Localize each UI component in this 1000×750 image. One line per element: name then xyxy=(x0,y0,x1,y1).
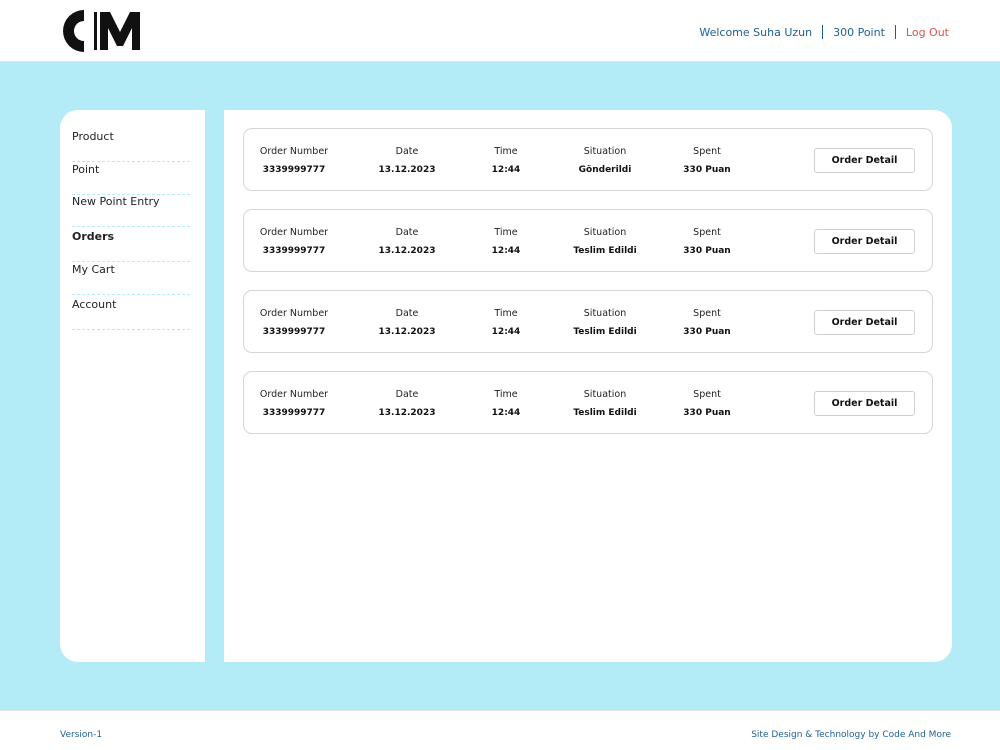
order-number-value: 3339999777 xyxy=(262,327,326,337)
orders-panel: Order Number 3339999777 Date 13.12.2023 … xyxy=(224,110,952,662)
spent-value: 330 Puan xyxy=(683,246,731,256)
time-column: Time 12:44 xyxy=(480,307,532,338)
time-value: 12:44 xyxy=(491,408,521,418)
order-card: Order Number 3339999777 Date 13.12.2023 … xyxy=(243,371,933,434)
date-column: Date 13.12.2023 xyxy=(372,388,442,419)
spent-value: 330 Puan xyxy=(683,165,731,175)
situation-value: Gönderildi xyxy=(578,165,632,175)
time-column: Time 12:44 xyxy=(480,388,532,419)
order-number-column: Order Number 3339999777 xyxy=(258,388,330,419)
time-value: 12:44 xyxy=(491,165,521,175)
time-value: 12:44 xyxy=(491,327,521,337)
top-navigation: Welcome Suha Uzun 300 Point Log Out xyxy=(699,23,949,41)
date-column: Date 13.12.2023 xyxy=(372,307,442,338)
order-detail-button[interactable]: Order Detail xyxy=(814,310,915,335)
date-column: Date 13.12.2023 xyxy=(372,226,442,257)
situation-column: Situation Gönderildi xyxy=(564,145,646,176)
welcome-text: Welcome Suha Uzun xyxy=(699,25,813,39)
situation-value: Teslim Edildi xyxy=(573,408,637,418)
sidebar-item-point[interactable]: Point xyxy=(72,161,190,195)
version-label: Version-1 xyxy=(60,730,103,740)
situation-value: Teslim Edildi xyxy=(573,327,637,337)
order-number-label: Order Number xyxy=(259,308,329,319)
order-detail-button[interactable]: Order Detail xyxy=(814,229,915,254)
date-label: Date xyxy=(395,308,419,319)
sidebar-item-product[interactable]: Product xyxy=(72,128,190,162)
sidebar-item-my-cart[interactable]: My Cart xyxy=(72,261,190,295)
sidebar-item-orders[interactable]: Orders xyxy=(72,228,190,262)
time-value: 12:44 xyxy=(491,246,521,256)
order-number-value: 3339999777 xyxy=(262,246,326,256)
order-number-column: Order Number 3339999777 xyxy=(258,145,330,176)
site-footer: Version-1 Site Design & Technology by Co… xyxy=(0,710,1000,750)
situation-label: Situation xyxy=(583,389,627,400)
spent-label: Spent xyxy=(693,227,721,238)
date-value: 13.12.2023 xyxy=(378,165,436,175)
situation-column: Situation Teslim Edildi xyxy=(564,388,646,419)
order-number-label: Order Number xyxy=(259,146,329,157)
nav-separator xyxy=(822,25,824,39)
date-label: Date xyxy=(395,389,419,400)
spent-label: Spent xyxy=(693,308,721,319)
order-number-value: 3339999777 xyxy=(262,408,326,418)
site-header: Welcome Suha Uzun 300 Point Log Out xyxy=(0,0,1000,62)
spent-column: Spent 330 Puan xyxy=(672,226,742,257)
situation-label: Situation xyxy=(583,308,627,319)
order-detail-button[interactable]: Order Detail xyxy=(814,391,915,416)
spent-label: Spent xyxy=(693,146,721,157)
situation-column: Situation Teslim Edildi xyxy=(564,307,646,338)
spent-value: 330 Puan xyxy=(683,408,731,418)
time-label: Time xyxy=(494,389,518,400)
sidebar-item-new-point-entry[interactable]: New Point Entry xyxy=(72,193,190,227)
order-card: Order Number 3339999777 Date 13.12.2023 … xyxy=(243,209,933,272)
order-number-value: 3339999777 xyxy=(262,165,326,175)
spent-label: Spent xyxy=(693,389,721,400)
date-label: Date xyxy=(395,227,419,238)
order-number-label: Order Number xyxy=(259,389,329,400)
date-value: 13.12.2023 xyxy=(378,408,436,418)
order-card: Order Number 3339999777 Date 13.12.2023 … xyxy=(243,128,933,191)
situation-label: Situation xyxy=(583,227,627,238)
nav-separator xyxy=(894,25,896,39)
credit-link[interactable]: Site Design & Technology by Code And Mor… xyxy=(751,730,951,740)
situation-column: Situation Teslim Edildi xyxy=(564,226,646,257)
time-label: Time xyxy=(494,146,518,157)
sidebar-item-account[interactable]: Account xyxy=(72,296,190,330)
date-column: Date 13.12.2023 xyxy=(372,145,442,176)
order-number-column: Order Number 3339999777 xyxy=(258,226,330,257)
order-detail-button[interactable]: Order Detail xyxy=(814,148,915,173)
date-label: Date xyxy=(395,146,419,157)
time-column: Time 12:44 xyxy=(480,145,532,176)
spent-column: Spent 330 Puan xyxy=(672,307,742,338)
main-area: Product Point New Point Entry Orders My … xyxy=(0,62,1000,710)
order-card: Order Number 3339999777 Date 13.12.2023 … xyxy=(243,290,933,353)
spent-value: 330 Puan xyxy=(683,327,731,337)
order-number-column: Order Number 3339999777 xyxy=(258,307,330,338)
points-link[interactable]: 300 Point xyxy=(833,26,885,39)
date-value: 13.12.2023 xyxy=(378,327,436,337)
time-column: Time 12:44 xyxy=(480,226,532,257)
spent-column: Spent 330 Puan xyxy=(672,145,742,176)
date-value: 13.12.2023 xyxy=(378,246,436,256)
order-number-label: Order Number xyxy=(259,227,329,238)
situation-label: Situation xyxy=(583,146,627,157)
cm-logo[interactable] xyxy=(60,8,142,54)
time-label: Time xyxy=(494,227,518,238)
time-label: Time xyxy=(494,308,518,319)
sidebar: Product Point New Point Entry Orders My … xyxy=(60,110,205,662)
situation-value: Teslim Edildi xyxy=(573,246,637,256)
logout-link[interactable]: Log Out xyxy=(906,26,949,39)
spent-column: Spent 330 Puan xyxy=(672,388,742,419)
